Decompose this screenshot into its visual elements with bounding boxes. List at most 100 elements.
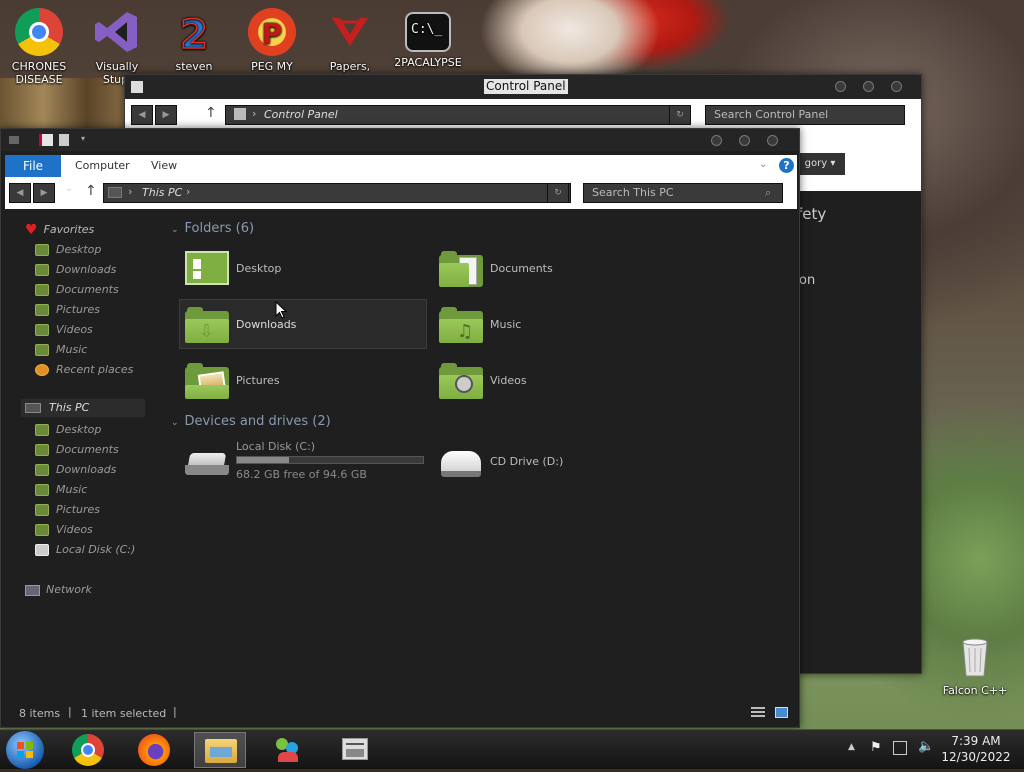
back-button[interactable]: ◀	[131, 105, 153, 125]
start-button[interactable]	[6, 731, 44, 769]
this-pc-label: This PC	[49, 401, 90, 414]
show-hidden-icons-chevron-icon[interactable]: ▲	[848, 742, 855, 752]
p-logo-icon: P	[248, 8, 296, 56]
desktop-icon-papers[interactable]: Papers,	[313, 8, 387, 73]
explorer-search-input[interactable]: Search This PC	[583, 183, 783, 203]
system-clock[interactable]: 7:39 AM 12/30/2022	[936, 733, 1016, 765]
nav-favorites-videos[interactable]: Videos	[35, 321, 93, 339]
large-icons-view-icon[interactable]	[775, 707, 788, 718]
taskbar-people-app[interactable]	[262, 732, 314, 768]
up-arrow-icon[interactable]: ↑	[205, 105, 217, 121]
refresh-icon[interactable]: ↻	[547, 183, 569, 203]
taskbar-chrome[interactable]	[62, 732, 114, 768]
folder-documents-label[interactable]: Documents	[490, 262, 553, 275]
network-label: Network	[46, 583, 92, 596]
svg-text:2: 2	[180, 12, 208, 56]
maximize-button[interactable]	[739, 135, 750, 146]
taskbar-app[interactable]	[330, 732, 382, 768]
maximize-button[interactable]	[863, 81, 874, 92]
nav-thispc-pictures[interactable]: Pictures	[35, 501, 100, 519]
recent-locations-icon[interactable]: ⌄	[65, 183, 73, 194]
favorites-header[interactable]: ♥ Favorites	[25, 221, 94, 239]
nav-thispc-music[interactable]: Music	[35, 481, 87, 499]
control-panel-titlebar[interactable]: Control Panel	[125, 75, 921, 99]
volume-icon[interactable]: 🔈	[918, 739, 934, 754]
desktop-folder-icon	[35, 244, 49, 256]
properties-icon[interactable]	[39, 134, 53, 146]
desktop-icon-2pacalypse[interactable]: C:\_ 2PACALYPSE	[391, 8, 465, 69]
videos-folder-icon[interactable]	[439, 363, 483, 399]
minimize-button[interactable]	[711, 135, 722, 146]
folder-desktop-label[interactable]: Desktop	[236, 262, 281, 275]
control-panel-breadcrumb: Control Panel	[264, 108, 338, 121]
folder-downloads-label[interactable]: Downloads	[236, 318, 296, 331]
downloads-folder-icon[interactable]: ⇩	[185, 307, 229, 343]
nav-thispc-documents[interactable]: Documents	[35, 441, 119, 459]
drives-group-header[interactable]: ⌄ Devices and drives (2)	[171, 414, 331, 429]
up-arrow-icon[interactable]: ↑	[85, 183, 97, 199]
minimize-button[interactable]	[835, 81, 846, 92]
folder-music-label[interactable]: Music	[490, 318, 521, 331]
tab-view[interactable]: View	[151, 155, 177, 177]
desktop-folder-icon[interactable]	[185, 251, 229, 287]
forward-button[interactable]: ▶	[155, 105, 177, 125]
expand-ribbon-chevron-icon[interactable]: ⌄	[759, 159, 767, 170]
explorer-window[interactable]: ▾ File Computer View ⌄ ? ◀ ▶ ⌄ ↑ › This …	[0, 128, 800, 728]
nav-thispc-videos[interactable]: Videos	[35, 521, 93, 539]
quick-access-dropdown-icon[interactable]: ▾	[81, 134, 85, 143]
action-center-flag-icon[interactable]: ⚑	[870, 740, 882, 755]
close-button[interactable]	[767, 135, 778, 146]
drive-c-label[interactable]: Local Disk (C:)	[236, 440, 315, 453]
close-button[interactable]	[891, 81, 902, 92]
nav-this-pc[interactable]: This PC	[21, 399, 145, 417]
explorer-address-bar[interactable]: › This PC ›	[103, 183, 571, 203]
control-panel-search-input[interactable]: Search Control Panel	[705, 105, 905, 125]
network-status-icon[interactable]	[893, 741, 907, 755]
taskbar-file-explorer[interactable]	[194, 732, 246, 768]
help-icon[interactable]: ?	[779, 158, 794, 173]
collapse-chevron-icon[interactable]: ⌄	[171, 225, 179, 235]
nav-favorites-pictures[interactable]: Pictures	[35, 301, 100, 319]
breadcrumb-chevron-icon[interactable]: ›	[186, 185, 190, 198]
folder-pictures-label[interactable]: Pictures	[236, 374, 280, 387]
folders-group-header[interactable]: ⌄ Folders (6)	[171, 221, 254, 236]
nav-network[interactable]: Network	[25, 581, 92, 599]
control-panel-category-text[interactable]: fety	[797, 205, 826, 223]
back-button[interactable]: ◀	[9, 183, 31, 203]
drive-d-label[interactable]: CD Drive (D:)	[490, 455, 563, 468]
documents-folder-icon[interactable]	[439, 251, 483, 287]
nav-thispc-local-disk[interactable]: Local Disk (C:)	[35, 541, 135, 559]
desktop-icon-recycle-bin[interactable]: Falcon C++	[938, 632, 1012, 697]
nav-favorites-music[interactable]: Music	[35, 341, 87, 359]
store-icon	[342, 738, 368, 760]
music-folder-icon[interactable]: ♫	[439, 307, 483, 343]
desktop-icon-chrones-disease[interactable]: CHRONES DISEASE	[2, 8, 76, 86]
cd-drive-icon[interactable]	[439, 445, 483, 479]
control-panel-category-text[interactable]: on	[799, 273, 815, 288]
explorer-titlebar[interactable]: ▾	[1, 129, 799, 151]
forward-button[interactable]: ▶	[33, 183, 55, 203]
taskbar-firefox[interactable]	[128, 732, 180, 768]
this-pc-icon	[108, 187, 122, 198]
nav-favorites-downloads[interactable]: Downloads	[35, 261, 116, 279]
folder-videos-label[interactable]: Videos	[490, 374, 527, 387]
clock-time: 7:39 AM	[951, 734, 1001, 748]
nav-favorites-recent-places[interactable]: Recent places	[35, 361, 133, 379]
nav-thispc-downloads[interactable]: Downloads	[35, 461, 116, 479]
view-by-category-button[interactable]: gory ▾	[795, 153, 845, 175]
search-icon[interactable]: ⌕	[765, 186, 771, 200]
desktop-icon-steven[interactable]: 2 steven	[157, 8, 231, 73]
control-panel-address-bar[interactable]: › Control Panel	[225, 105, 691, 125]
hard-drive-icon[interactable]	[185, 449, 229, 479]
nav-favorites-documents[interactable]: Documents	[35, 281, 119, 299]
collapse-chevron-icon[interactable]: ⌄	[171, 418, 179, 428]
tab-file[interactable]: File	[5, 155, 61, 177]
new-folder-icon[interactable]	[59, 134, 69, 146]
refresh-icon[interactable]: ↻	[669, 105, 691, 125]
details-view-icon[interactable]	[751, 707, 765, 718]
nav-thispc-desktop[interactable]: Desktop	[35, 421, 101, 439]
windows-logo-icon	[17, 742, 33, 758]
tab-computer[interactable]: Computer	[75, 155, 130, 177]
nav-favorites-desktop[interactable]: Desktop	[35, 241, 101, 259]
pictures-folder-icon[interactable]	[185, 363, 229, 399]
